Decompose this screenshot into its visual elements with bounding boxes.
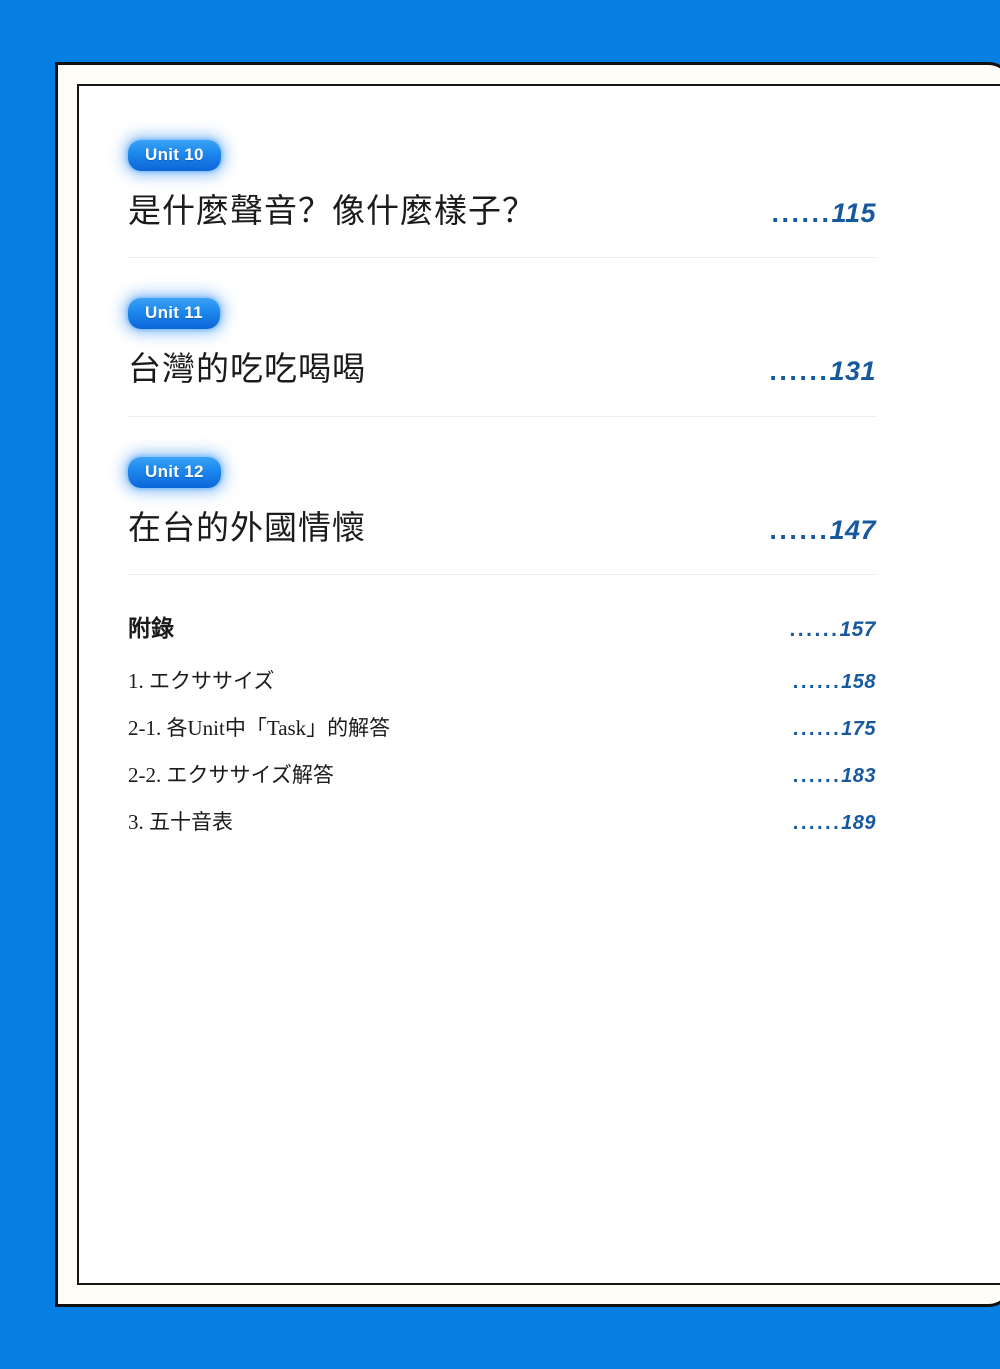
entry-divider xyxy=(128,573,876,575)
leader-dots: ...... xyxy=(792,764,842,787)
page-number: ......131 xyxy=(769,356,876,387)
appendix-heading: 附錄 xyxy=(128,614,174,641)
unit-badge-row: Unit 11 xyxy=(128,298,876,340)
unit-badge: Unit 11 xyxy=(128,298,220,330)
page-number: ......147 xyxy=(769,515,876,546)
page-number-value: 158 xyxy=(841,670,876,693)
page-number-value: 157 xyxy=(839,617,876,641)
leader-dots: ...... xyxy=(789,617,840,641)
page-number-value: 183 xyxy=(841,764,876,787)
appendix-item-2-1: 2-1. 各Unit中「Task」的解答 ......175 xyxy=(128,712,876,742)
toc-entry-unit-11: Unit 11 台灣的吃吃喝喝 ......131 xyxy=(128,298,876,417)
page-number-value: 115 xyxy=(831,198,876,228)
page-number: ......183 xyxy=(793,765,876,788)
appendix-item-3: 3. 五十音表 ......189 xyxy=(128,806,876,836)
unit-badge: Unit 12 xyxy=(128,456,221,488)
appendix-item-label: 2-2. エクササイズ解答 xyxy=(128,762,334,787)
unit-title: 台灣的吃吃喝喝 xyxy=(128,350,366,388)
leader-dots: ...... xyxy=(792,670,842,693)
appendix-item-label: 1. エクササイズ xyxy=(128,668,275,693)
unit-badge-row: Unit 10 xyxy=(128,140,876,182)
unit-badge: Unit 10 xyxy=(128,140,221,171)
unit-badge-row: Unit 12 xyxy=(128,456,876,499)
page-number-value: 131 xyxy=(829,356,876,387)
table-of-contents: Unit 10 是什麼聲音？像什麼樣子？ ......115 Unit 11 台… xyxy=(128,140,876,853)
page-number: ......115 xyxy=(771,198,876,229)
page-number: ......189 xyxy=(793,812,876,835)
page-number: ......157 xyxy=(789,618,876,642)
unit-title: 是什麼聲音？像什麼樣子？ xyxy=(128,192,536,229)
appendix-item-1: 1. エクササイズ ......158 xyxy=(128,665,876,695)
toc-entry-unit-10: Unit 10 是什麼聲音？像什麼樣子？ ......115 xyxy=(128,140,876,259)
leader-dots: ...... xyxy=(771,198,832,228)
appendix-heading-row: 附錄 ......157 xyxy=(128,609,876,643)
appendix-item-label: 2-1. 各Unit中「Task」的解答 xyxy=(128,715,391,740)
page-number: ......175 xyxy=(793,718,876,741)
leader-dots: ...... xyxy=(769,514,830,545)
leader-dots: ...... xyxy=(769,356,830,387)
page-number-value: 175 xyxy=(841,717,876,740)
appendix-item-label: 3. 五十音表 xyxy=(128,809,233,834)
unit-title: 在台的外國情懷 xyxy=(128,508,366,546)
appendix-section: 附錄 ......157 1. エクササイズ ......158 2-1. 各U… xyxy=(128,575,876,836)
page-number: ......158 xyxy=(793,671,876,694)
unit-title-row: 在台的外國情懷 ......147 xyxy=(128,499,876,548)
page-number-value: 147 xyxy=(829,514,876,545)
leader-dots: ...... xyxy=(792,717,842,740)
page-number-value: 189 xyxy=(841,811,876,834)
toc-entry-unit-12: Unit 12 在台的外國情懷 ......147 xyxy=(128,456,876,575)
entry-divider xyxy=(128,257,876,259)
leader-dots: ...... xyxy=(792,811,842,834)
unit-title-row: 台灣的吃吃喝喝 ......131 xyxy=(128,340,876,389)
appendix-item-2-2: 2-2. エクササイズ解答 ......183 xyxy=(128,759,876,789)
entry-divider xyxy=(128,415,876,417)
unit-title-row: 是什麼聲音？像什麼樣子？ ......115 xyxy=(128,182,876,231)
